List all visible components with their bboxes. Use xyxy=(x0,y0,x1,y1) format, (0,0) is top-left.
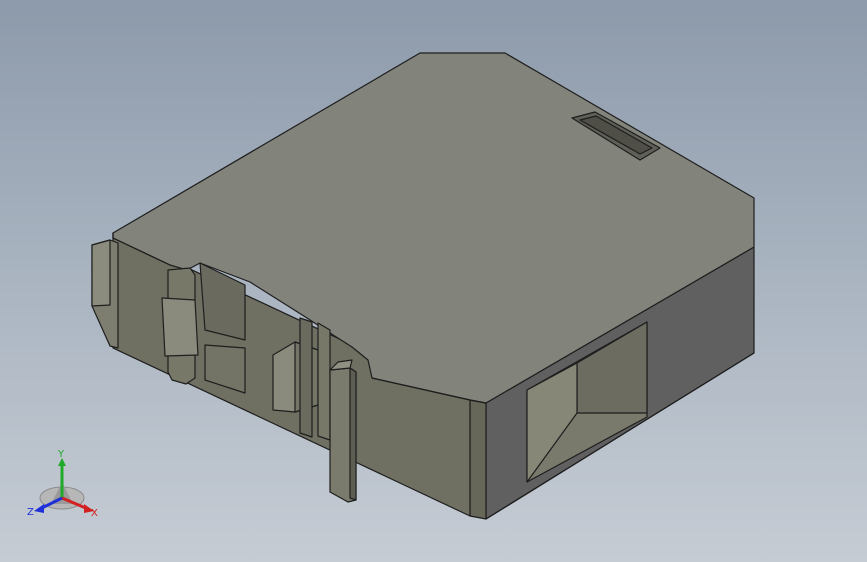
model-rail-2 xyxy=(317,322,331,441)
3d-viewport[interactable]: Y X Z xyxy=(0,0,867,562)
model-front-post-face xyxy=(349,367,357,501)
x-axis-label: X xyxy=(91,508,98,519)
cad-model[interactable] xyxy=(0,0,867,562)
model-left-tab-side xyxy=(91,239,111,307)
z-axis-label: Z xyxy=(27,507,34,518)
model-clip-left xyxy=(161,297,199,357)
y-axis-label: Y xyxy=(57,449,65,460)
z-arrowhead-icon xyxy=(34,504,44,513)
model-corner-chamfer xyxy=(469,399,487,520)
orientation-triad[interactable]: Y X Z xyxy=(26,448,106,522)
model-rail xyxy=(299,317,313,438)
